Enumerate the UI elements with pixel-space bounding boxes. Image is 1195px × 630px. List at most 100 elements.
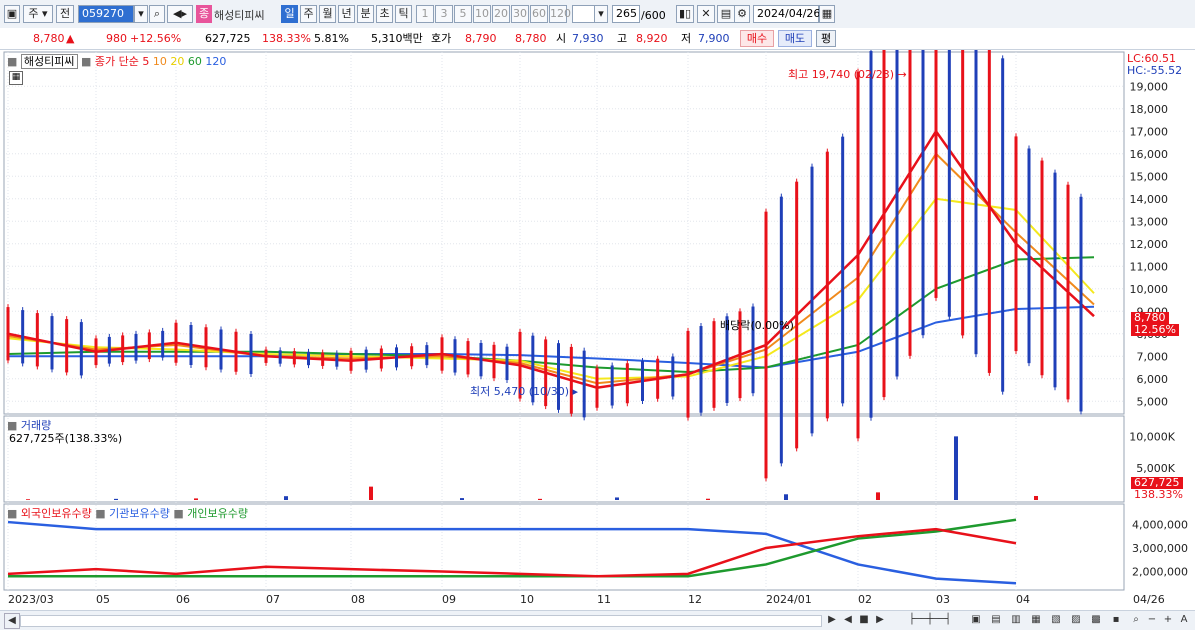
draw-tool-icon[interactable]: ✕	[697, 5, 715, 23]
candle-body	[453, 339, 457, 373]
period-button-4[interactable]: 분	[357, 5, 374, 23]
candle-body	[307, 351, 310, 366]
period-button-1[interactable]: 주	[300, 5, 317, 23]
candle-body	[121, 335, 125, 363]
volume-bar	[284, 496, 288, 500]
market-select-label: 주	[28, 7, 39, 20]
time-axis-tick: 05	[96, 593, 110, 606]
volume-bar	[460, 498, 464, 500]
price-panel-name[interactable]: 해성티피씨	[20, 54, 78, 69]
period-button-0[interactable]: 일	[281, 5, 298, 23]
candle-body	[625, 363, 629, 404]
code-dropdown-icon[interactable]: ▾	[134, 5, 148, 23]
price-axis-tick: 15,000	[1130, 170, 1169, 183]
price-axis-tick: 17,000	[1130, 125, 1169, 138]
toolbar: ▣ 주 ▾ 전 059270 ▾ ⌕ ◀▸ 종 해성티피씨 ▾ 265 /600…	[0, 0, 1195, 29]
text-size-icon[interactable]: A	[1178, 613, 1190, 627]
candle-body	[582, 350, 586, 418]
calendar-icon[interactable]: ▦	[819, 5, 835, 23]
play-forward-icon[interactable]: ▶	[874, 613, 886, 627]
candle-body	[410, 346, 414, 367]
interval-button-30[interactable]: 30	[511, 5, 529, 23]
interval-button-1[interactable]: 1	[416, 5, 434, 23]
date-input[interactable]: 2024/04/26	[753, 5, 820, 23]
speaker-icon[interactable]: ◀▸	[167, 5, 193, 23]
period-button-2[interactable]: 월	[319, 5, 336, 23]
volume-bar	[784, 494, 788, 500]
period-button-5[interactable]: 초	[376, 5, 393, 23]
candle-body	[161, 330, 165, 358]
layout-icon-3[interactable]: ▥	[1010, 613, 1022, 627]
candle-body	[1079, 196, 1083, 412]
dividend-annotation: 배당락(0.00%)	[720, 319, 794, 332]
low-annotation-text: 최저 5,470 (10/30)	[470, 385, 570, 398]
interval-button-20[interactable]: 20	[492, 5, 510, 23]
period-button-3[interactable]: 년	[338, 5, 355, 23]
layout-icon-8[interactable]: ▪	[1110, 613, 1122, 627]
time-axis-tick: 10	[520, 593, 534, 606]
count-input[interactable]: 265	[612, 5, 640, 23]
stock-code-input[interactable]: 059270	[78, 5, 134, 23]
ma20-label: 20	[170, 55, 185, 68]
stop-icon[interactable]: ■	[858, 613, 870, 627]
candle-body	[987, 39, 991, 373]
candle-body	[595, 367, 599, 408]
zoom-search-icon[interactable]: ⌕	[1130, 613, 1142, 627]
interval-button-3[interactable]: 3	[435, 5, 453, 23]
candle-body	[1053, 172, 1057, 388]
candle-body	[189, 325, 193, 365]
candle-type-icon[interactable]: ▮▯	[676, 5, 694, 23]
interval-button-5[interactable]: 5	[454, 5, 472, 23]
candle-body	[292, 351, 296, 365]
zoom-in-icon[interactable]: +	[1162, 613, 1174, 627]
eval-button[interactable]: 평	[816, 30, 836, 47]
price-axis-tick: 18,000	[1130, 103, 1169, 116]
scroll-right-icon[interactable]: ▶	[826, 613, 838, 627]
save-icon[interactable]: ▤	[717, 5, 735, 23]
market-select[interactable]: 주 ▾	[23, 5, 53, 23]
candle-body	[249, 334, 253, 374]
chart-area[interactable]: 19,000 18,000 17,000 16,000 15,000 14,000 13,0…	[0, 0, 1195, 610]
layout-icon-6[interactable]: ▨	[1070, 613, 1082, 627]
play-back-icon[interactable]: ◀	[842, 613, 854, 627]
interval-dropdown-icon[interactable]: ▾	[594, 5, 608, 23]
price-axis-tick: 12,000	[1130, 238, 1169, 251]
interval-button-10[interactable]: 10	[473, 5, 491, 23]
candle-body	[856, 71, 860, 439]
high-price: 8,920	[636, 32, 668, 45]
layout-icon-2[interactable]: ▤	[990, 613, 1002, 627]
window-menu-icon[interactable]: ▣	[4, 5, 20, 23]
candle-body	[712, 321, 716, 408]
volume-bar	[369, 486, 373, 500]
settings-gear-icon[interactable]: ⚙	[734, 5, 750, 23]
time-axis-tick: 04	[1016, 593, 1030, 606]
interval-button-60[interactable]: 60	[530, 5, 548, 23]
candle-body	[335, 353, 339, 367]
low-annotation: 최저 5,470 (10/30) ▸	[470, 385, 579, 398]
interval-button-120[interactable]: 120	[549, 5, 571, 23]
scroll-left-icon[interactable]: ◀	[4, 613, 20, 629]
price-axis-tick: 14,000	[1130, 193, 1169, 206]
grid-toggle-icon[interactable]: ▦	[9, 71, 23, 85]
scroll-track[interactable]	[20, 615, 822, 627]
zoom-slider[interactable]: ├──┼──┤	[900, 613, 960, 627]
layout-icon-1[interactable]: ▣	[970, 613, 982, 627]
layout-icon-4[interactable]: ▦	[1030, 613, 1042, 627]
candle-body	[825, 151, 829, 419]
sell-button[interactable]: 매도	[778, 30, 812, 47]
search-icon[interactable]: ⌕	[149, 5, 165, 23]
volume-bar	[615, 497, 619, 500]
zoom-out-icon[interactable]: −	[1146, 613, 1158, 627]
buy-button[interactable]: 매수	[740, 30, 774, 47]
last-pct-tag: 12.56%	[1131, 324, 1179, 336]
open-label: 시	[556, 32, 567, 45]
candle-body	[895, 9, 899, 377]
candle-body	[869, 51, 873, 418]
period-button-6[interactable]: 틱	[395, 5, 412, 23]
layout-icon-5[interactable]: ▧	[1050, 613, 1062, 627]
time-axis-tick: 09	[442, 593, 456, 606]
layout-icon-7[interactable]: ▩	[1090, 613, 1102, 627]
prev-button[interactable]: 전	[56, 5, 74, 23]
low-price: 7,900	[698, 32, 730, 45]
chart-scrollbar[interactable]: ◀ ▶ ◀ ■ ▶ ├──┼──┤ ▣ ▤ ▥ ▦ ▧ ▨ ▩ ▪ ⌕ − + …	[0, 610, 1195, 630]
